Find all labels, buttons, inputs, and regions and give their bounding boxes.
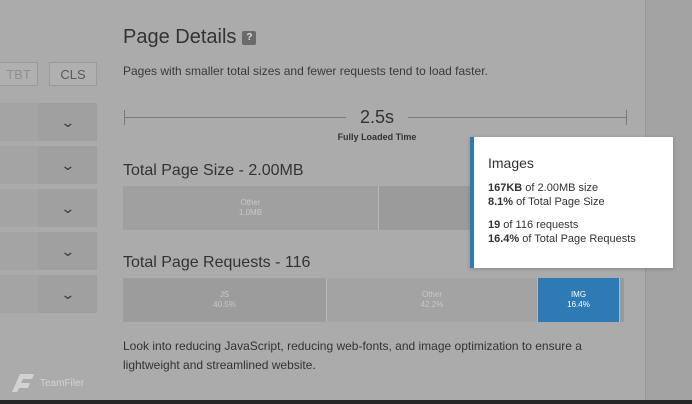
page-requests-segment-value: 16.4%	[567, 300, 590, 309]
page-requests-segment[interactable]: JS 40.5%	[123, 278, 326, 322]
list-row: ⌄	[0, 189, 97, 227]
images-tooltip: Images 167KB of 2.00MB size 8.1% of Tota…	[470, 137, 673, 268]
page-size-segment-name: Other	[240, 198, 261, 207]
chevron-down-icon: ⌄	[59, 113, 76, 130]
expand-row-button[interactable]: ⌄	[38, 146, 97, 184]
expand-row-button[interactable]: ⌄	[38, 232, 97, 270]
total-page-requests-title: Total Page Requests - 116	[123, 254, 311, 271]
list-row: ⌄	[0, 103, 97, 141]
timeline-end-tick	[626, 110, 627, 125]
page-requests-segment-name: IMG	[570, 290, 587, 299]
tooltip-size-value: 167KB	[488, 182, 523, 194]
watermark-text: TeamFiler	[40, 377, 84, 389]
optimization-tip-text: Look into reducing JavaScript, reducing …	[123, 339, 582, 372]
tooltip-requests-line: 19 of 116 requests	[488, 218, 673, 232]
tooltip-size-text: of 2.00MB size	[522, 182, 599, 194]
page-size-segment[interactable]: Other 1.0MB	[123, 186, 378, 230]
list-row: ⌄	[0, 146, 97, 184]
page-details-title-text: Page Details	[123, 26, 237, 48]
tooltip-requests-pct-line: 16.4% of Total Page Requests	[488, 232, 673, 246]
page-requests-segment-value: 40.5%	[213, 300, 236, 309]
expand-row-button[interactable]: ⌄	[38, 275, 97, 313]
page-requests-segment-value: 42.2%	[420, 300, 444, 309]
tooltip-requests-text: of 116 requests	[500, 219, 579, 231]
fully-loaded-value: 2.5s	[359, 107, 395, 127]
page-requests-segment[interactable]	[619, 278, 624, 322]
page-size-segment-value: 1.0MB	[238, 208, 263, 217]
tooltip-title: Images	[488, 155, 534, 171]
page-requests-bar: JS 40.5% Other 42.2% IMG 16.4%	[123, 278, 624, 322]
watermark-logo: TeamFiler	[10, 372, 84, 394]
column-header-tbt[interactable]: TBT	[0, 62, 38, 86]
tooltip-requests-pct-value: 16.4%	[488, 233, 520, 245]
column-header-cls-label: CLS	[60, 66, 86, 82]
chevron-down-icon: ⌄	[59, 199, 76, 216]
tooltip-requests-pct-text: of Total Page Requests	[519, 233, 636, 245]
page-requests-segment-name: JS	[219, 290, 230, 299]
tooltip-size-pct-line: 8.1% of Total Page Size	[488, 195, 673, 209]
expand-row-button[interactable]: ⌄	[38, 103, 97, 141]
total-page-size-title: Total Page Size - 2.00MB	[123, 162, 304, 179]
tooltip-requests-value: 19	[488, 219, 501, 231]
page-requests-segment-name: Other	[421, 290, 442, 299]
tooltip-size-line: 167KB of 2.00MB size	[488, 181, 673, 195]
list-row: ⌄	[0, 232, 97, 270]
chevron-down-icon: ⌄	[59, 285, 76, 302]
column-header-cls[interactable]: CLS	[49, 62, 97, 86]
fully-loaded-label: Fully Loaded Time	[337, 132, 417, 142]
chevron-down-icon: ⌄	[59, 156, 76, 173]
timeline-line-right	[408, 117, 627, 118]
expand-row-button[interactable]: ⌄	[38, 189, 97, 227]
help-icon[interactable]: ?	[242, 30, 257, 45]
page-details-title: Page Details?	[123, 26, 257, 49]
page-requests-segment[interactable]: IMG 16.4%	[537, 278, 619, 322]
teamfiler-logo-icon	[12, 374, 34, 392]
tooltip-size-pct-text: of Total Page Size	[513, 196, 605, 208]
page-requests-segment[interactable]: Other 42.2%	[326, 278, 537, 322]
page-details-subtitle: Pages with smaller total sizes and fewer…	[123, 64, 488, 78]
bottom-edge	[0, 400, 692, 404]
list-row: ⌄	[0, 275, 97, 313]
column-header-tbt-label: TBT	[6, 66, 31, 82]
timeline-line-left	[124, 117, 346, 118]
tooltip-size-pct-value: 8.1%	[488, 196, 514, 208]
chevron-down-icon: ⌄	[59, 242, 76, 259]
